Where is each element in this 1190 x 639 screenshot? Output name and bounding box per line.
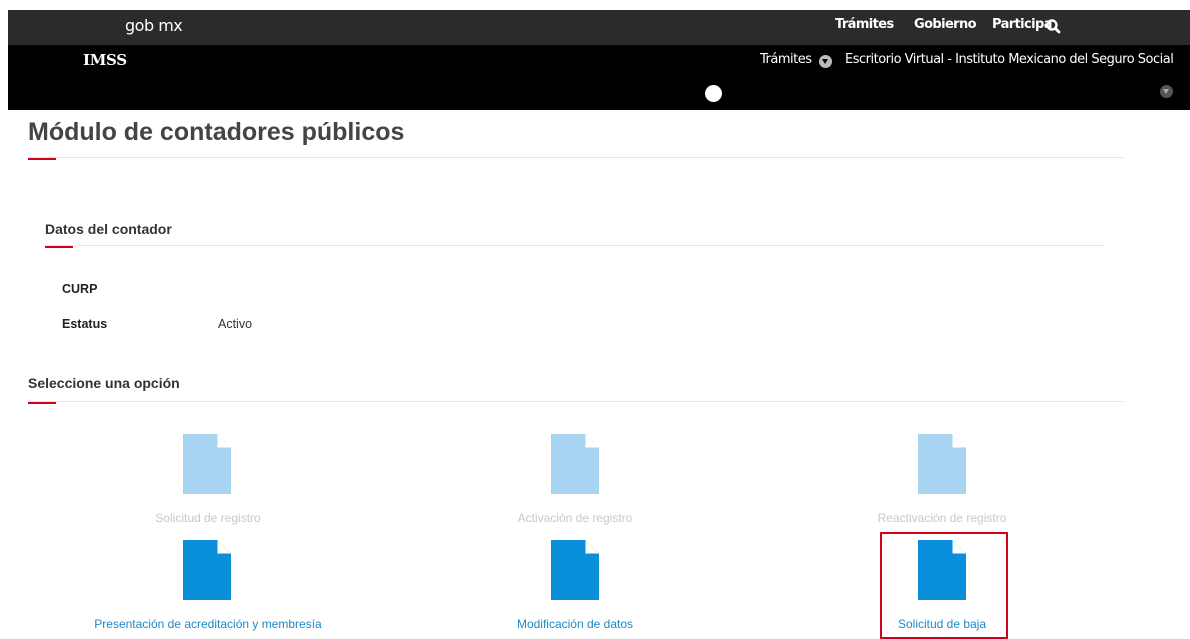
curp-label: CURP (62, 282, 98, 296)
nav-gobierno[interactable]: Gobierno (914, 17, 977, 32)
option-modificacion-datos[interactable]: Modificación de datos (517, 617, 633, 631)
imss-header: IMSS Trámites Escritorio Virtual - Insti… (8, 45, 1190, 110)
search-icon[interactable] (1045, 18, 1062, 35)
document-icon (183, 434, 231, 494)
subnav-tramites[interactable]: Trámites (760, 52, 812, 67)
document-icon (918, 434, 966, 494)
page-title: Módulo de contadores públicos (28, 118, 405, 146)
section-divider (28, 401, 1124, 402)
option-reactivacion-registro: Reactivación de registro (877, 511, 1007, 525)
document-icon[interactable] (183, 540, 231, 600)
nav-tramites[interactable]: Trámites (835, 17, 894, 32)
option-solicitud-registro: Solicitud de registro (155, 511, 261, 525)
document-icon (551, 434, 599, 494)
chevron-down-icon[interactable] (819, 55, 832, 68)
gob-mx-header: gob mx Trámites Gobierno Participa (8, 10, 1190, 45)
document-icon[interactable] (551, 540, 599, 600)
estatus-value: Activo (218, 317, 253, 331)
chevron-down-icon[interactable] (1160, 85, 1173, 98)
toggle-circle-icon[interactable] (705, 85, 722, 102)
estatus-label: Estatus (62, 317, 108, 331)
section-divider (45, 245, 1105, 246)
gob-mx-logo[interactable]: gob mx (125, 16, 183, 35)
imss-brand[interactable]: IMSS (83, 51, 127, 69)
subnav-escritorio-virtual[interactable]: Escritorio Virtual - Instituto Mexicano … (845, 52, 1174, 67)
option-activacion-registro: Activación de registro (517, 511, 633, 525)
title-divider (28, 157, 1124, 158)
highlight-box (880, 532, 1008, 639)
nav-participa[interactable]: Participa (992, 17, 1052, 32)
section-opciones-title: Seleccione una opción (28, 375, 180, 391)
section-datos-contador-title: Datos del contador (45, 221, 172, 237)
option-presentacion-acreditacion[interactable]: Presentación de acreditación y membresía (94, 617, 321, 631)
